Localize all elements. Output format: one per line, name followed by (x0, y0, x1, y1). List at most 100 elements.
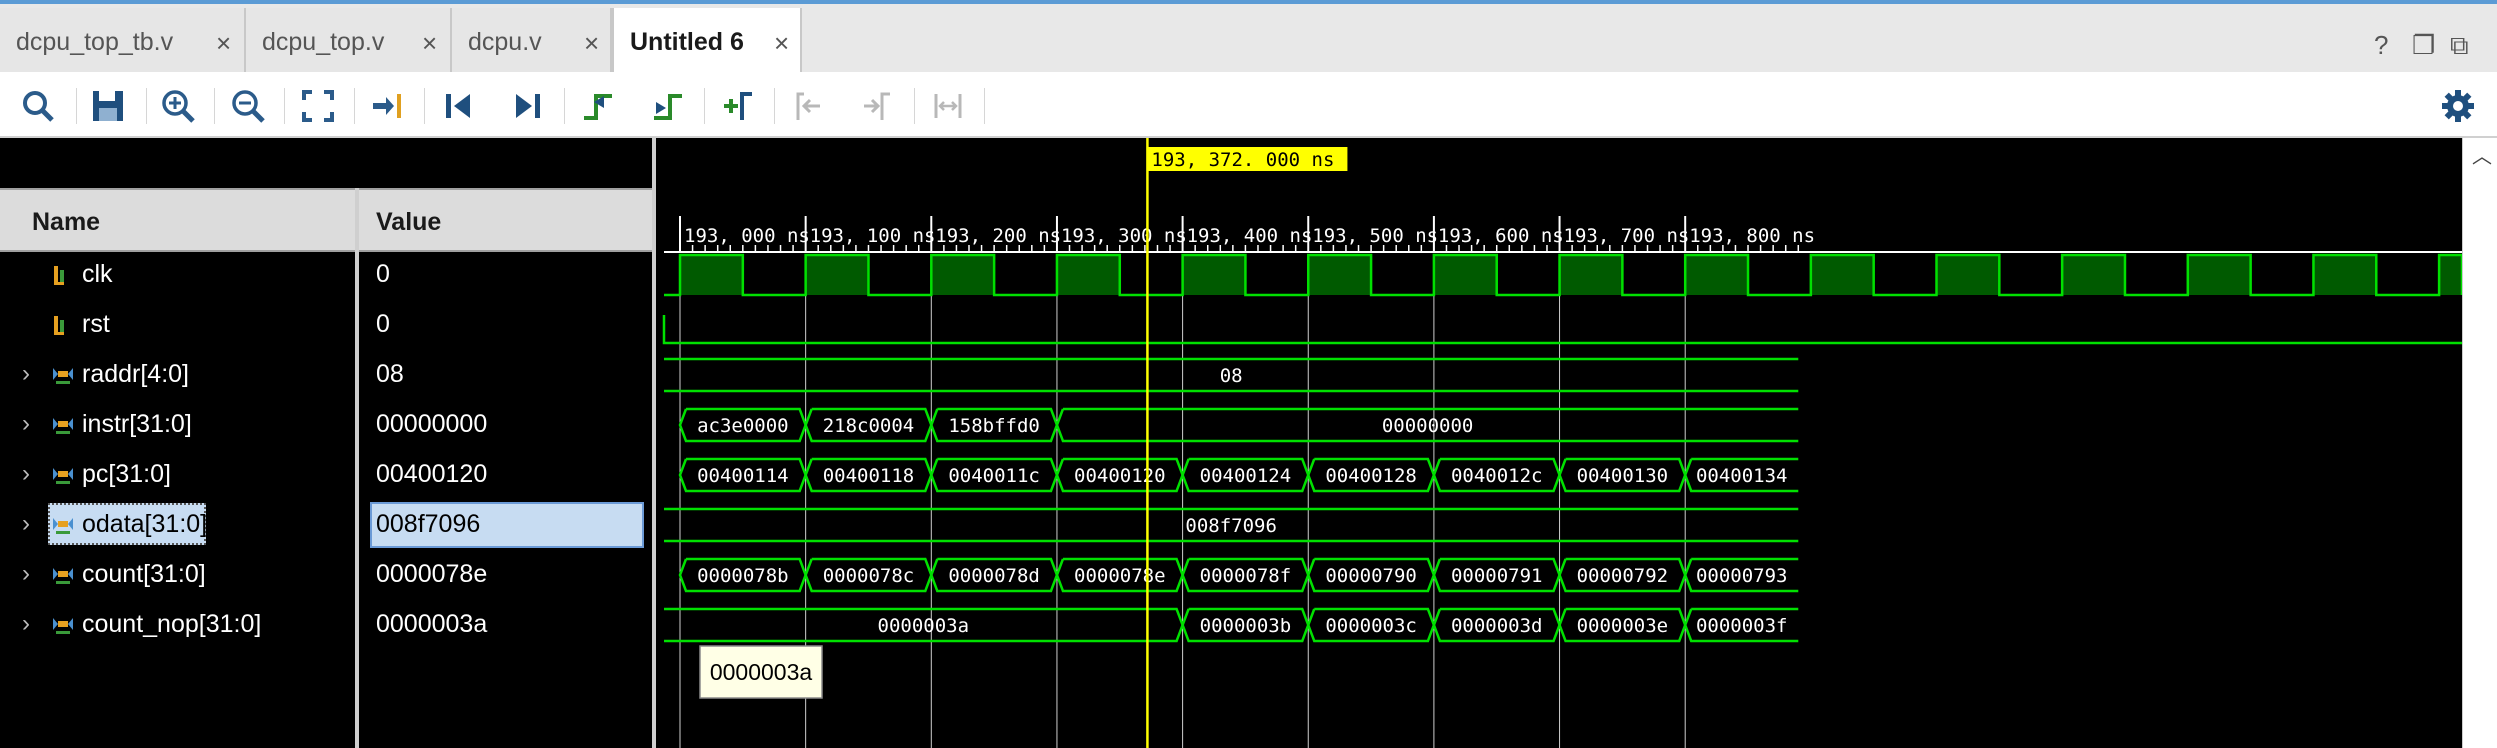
clk-high-phase (1810, 255, 1874, 295)
float-window-icon[interactable]: ⧉ (2450, 30, 2469, 62)
signal-name: count[31:0] (82, 560, 206, 588)
time-ruler-tick-label: 193, 200 ns (935, 225, 1061, 247)
toolbar-separator (284, 88, 285, 124)
signal-row-odata[interactable]: › odata[31:0] 008f7096 (0, 500, 652, 550)
settings-gear-icon[interactable] (2440, 88, 2476, 124)
signal-row-pc[interactable]: › pc[31:0] 00400120 (0, 450, 652, 500)
expand-chevron-icon[interactable]: › (22, 510, 30, 538)
count-value-label: 0000078e (1074, 565, 1166, 587)
bit-signal-icon (54, 266, 64, 285)
waveform-pane[interactable]: 193, 000 ns 193, 100 ns 193, 200 ns 193, 30… (660, 138, 2497, 748)
search-icon[interactable] (20, 88, 56, 124)
clk-high-phase (2439, 255, 2462, 295)
scroll-up-icon[interactable]: ︿ (2472, 140, 2492, 169)
tab-untitled-6[interactable]: Untitled 6 × (612, 8, 802, 72)
count-value-label: 0000078c (823, 565, 915, 587)
count-value-label: 0000078d (948, 565, 1040, 587)
instr-value-label: 00000000 (1382, 415, 1474, 437)
waveform-toolbar (0, 72, 2497, 138)
waveform-viewer: Name Value clk 0 rst 0 › raddr[4:0] 08 › instr[3… (0, 138, 2497, 748)
bus-signal-icon (53, 518, 73, 534)
toolbar-separator (214, 88, 215, 124)
signal-row-count-nop[interactable]: › count_nop[31:0] 0000003a (0, 600, 652, 650)
rst-waveform (662, 315, 2462, 345)
go-to-time-zero-icon[interactable] (440, 88, 476, 124)
tab-dcpu[interactable]: dcpu.v × (452, 8, 612, 72)
next-transition-icon[interactable] (650, 88, 686, 124)
pc-value-label: 00400120 (1074, 465, 1166, 487)
clk-high-phase (2062, 255, 2125, 295)
signal-value: 0000003a (376, 610, 488, 638)
pc-value-label: 0040011c (948, 465, 1040, 487)
restore-window-icon[interactable]: ❐ (2412, 30, 2435, 61)
zoom-in-icon[interactable] (160, 88, 196, 124)
signal-name: rst (82, 310, 110, 338)
toolbar-separator (354, 88, 355, 124)
bus-signal-icon (53, 418, 73, 434)
pc-value-label: 00400114 (697, 465, 789, 487)
pc-value-label: 00400130 (1577, 465, 1669, 487)
pc-value-label: 00400128 (1325, 465, 1417, 487)
signal-name: count_nop[31:0] (82, 610, 262, 638)
pc-value-label: 00400134 (1696, 465, 1788, 487)
clk-high-phase (2187, 255, 2251, 295)
signal-row-clk[interactable]: clk 0 (0, 250, 652, 300)
signal-row-count[interactable]: › count[31:0] 0000078e (0, 550, 652, 600)
previous-transition-icon[interactable] (580, 88, 616, 124)
clk-high-phase (1433, 255, 1497, 295)
waveform-canvas: 193, 000 ns 193, 100 ns 193, 200 ns 193, 30… (662, 138, 2462, 748)
previous-marker-icon[interactable] (790, 88, 826, 124)
clk-high-phase (1685, 255, 1749, 295)
signal-value: 0000078e (376, 560, 488, 588)
clk-high-phase (1308, 255, 1372, 295)
next-marker-icon[interactable] (860, 88, 896, 124)
swap-cursors-icon[interactable] (930, 88, 966, 124)
time-ruler-tick-label: 193, 700 ns (1564, 225, 1690, 247)
time-ruler-tick-label: 193, 000 ns (684, 225, 810, 247)
signal-list-header: Name Value (0, 188, 652, 252)
tab-dcpu-top[interactable]: dcpu_top.v × (246, 8, 452, 72)
go-to-cursor-icon[interactable] (370, 88, 406, 124)
signal-name: clk (82, 260, 113, 288)
tab-label: dcpu.v (468, 28, 542, 56)
tab-close-icon[interactable]: × (216, 30, 231, 56)
tab-close-icon[interactable]: × (584, 30, 599, 56)
signal-name: odata[31:0] (82, 510, 208, 538)
add-marker-icon[interactable] (720, 88, 756, 124)
count-nop-value-label: 0000003a (878, 615, 970, 637)
expand-chevron-icon[interactable]: › (22, 560, 30, 588)
signal-row-raddr[interactable]: › raddr[4:0] 08 (0, 350, 652, 400)
zoom-out-icon[interactable] (230, 88, 266, 124)
toolbar-separator (76, 88, 77, 124)
signal-name: raddr[4:0] (82, 360, 190, 388)
signal-value: 0 (376, 310, 390, 338)
save-icon[interactable] (90, 88, 126, 124)
go-to-last-time-icon[interactable] (510, 88, 546, 124)
tab-close-icon[interactable]: × (422, 30, 437, 56)
count-nop-value-label: 0000003f (1696, 615, 1788, 637)
clk-high-phase (2313, 255, 2377, 295)
time-cursor-label: 193, 372. 000 ns (1151, 149, 1334, 171)
bit-signal-icon (54, 316, 64, 335)
tab-dcpu-top-tb[interactable]: dcpu_top_tb.v × (0, 8, 246, 72)
time-ruler-tick-label: 193, 500 ns (1312, 225, 1438, 247)
editor-tab-bar: dcpu_top_tb.v × dcpu_top.v × dcpu.v × Un… (0, 0, 2497, 72)
odata-value-label: 008f7096 (1185, 515, 1277, 537)
vertical-scrollbar[interactable]: ︿ (2462, 138, 2497, 748)
expand-chevron-icon[interactable]: › (22, 460, 30, 488)
bus-signal-icon (53, 568, 73, 584)
clk-high-phase (1056, 255, 1120, 295)
signal-row-rst[interactable]: rst 0 (0, 300, 652, 350)
tab-close-icon[interactable]: × (774, 30, 789, 56)
count-value-label: 0000078b (697, 565, 789, 587)
help-icon[interactable]: ? (2374, 30, 2388, 61)
expand-chevron-icon[interactable]: › (22, 360, 30, 388)
expand-chevron-icon[interactable]: › (22, 610, 30, 638)
time-ruler-tick-label: 193, 400 ns (1187, 225, 1313, 247)
expand-chevron-icon[interactable]: › (22, 410, 30, 438)
clk-high-phase (805, 255, 869, 295)
value-column-header[interactable]: Value (376, 208, 441, 237)
zoom-fit-icon[interactable] (300, 88, 336, 124)
signal-row-instr[interactable]: › instr[31:0] 00000000 (0, 400, 652, 450)
name-column-header[interactable]: Name (32, 208, 100, 237)
